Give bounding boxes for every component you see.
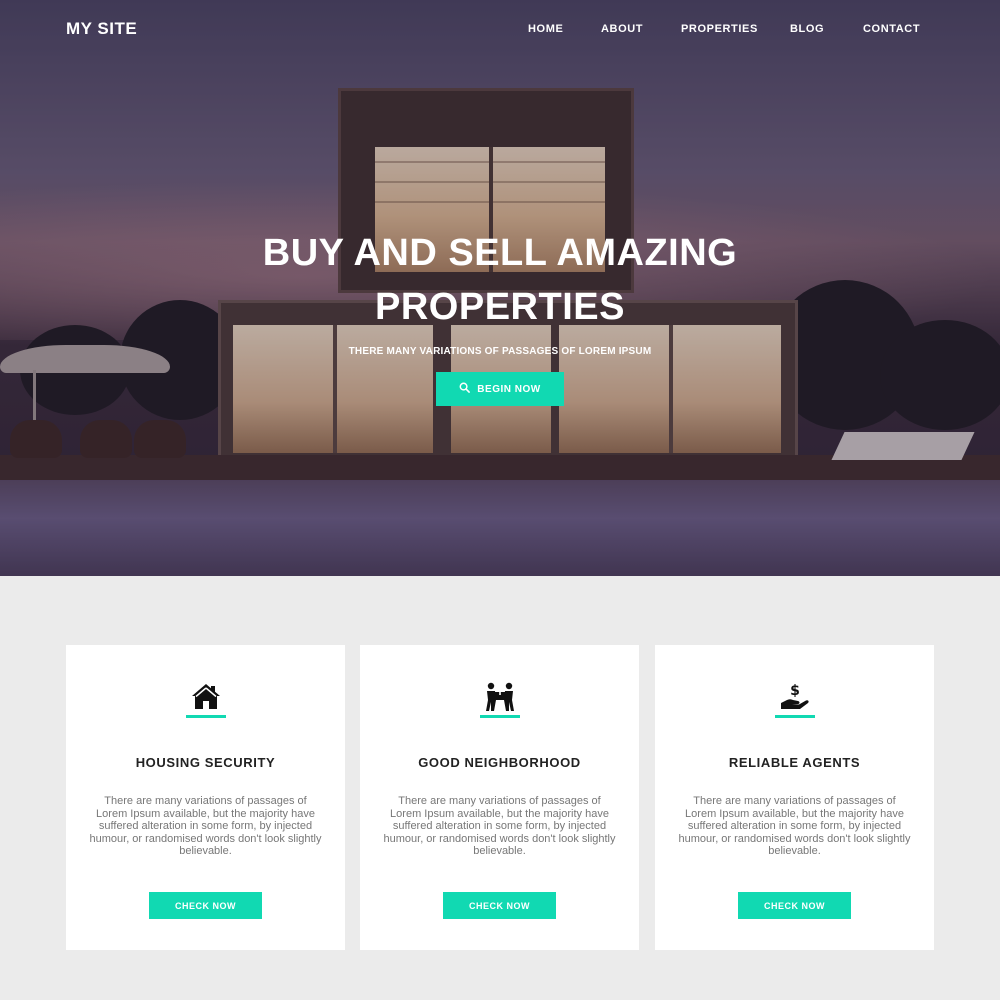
- feature-title: HOUSING SECURITY: [135, 755, 276, 770]
- feature-description: There are many variations of passages of…: [383, 795, 616, 857]
- hand-holding-dollar-icon: $: [779, 681, 811, 713]
- search-icon: [459, 382, 471, 396]
- nav-about-link[interactable]: ABOUT: [601, 23, 643, 35]
- feature-card-reliable-agents: $ RELIABLE AGENTS There are many variati…: [655, 645, 934, 950]
- nav-properties-link[interactable]: PROPERTIES: [681, 23, 758, 35]
- begin-now-label: BEGIN NOW: [477, 383, 541, 395]
- hero-title-line: PROPERTIES: [375, 286, 625, 328]
- feature-card-good-neighborhood: GOOD NEIGHBORHOOD There are many variati…: [360, 645, 639, 950]
- svg-text:$: $: [790, 683, 800, 699]
- feature-title: RELIABLE AGENTS: [728, 755, 861, 770]
- hero-section: MY SITE HOME ABOUT PROPERTIES BLOG CONTA…: [0, 0, 1000, 576]
- feature-description: There are many variations of passages of…: [678, 795, 911, 857]
- hero-title: BUY AND SELL AMAZING PROPERTIES: [200, 226, 800, 334]
- nav-home-link[interactable]: HOME: [528, 23, 563, 35]
- nav-blog-link[interactable]: BLOG: [790, 23, 824, 35]
- hero-subtitle: THERE MANY VARIATIONS OF PASSAGES OF LOR…: [348, 346, 652, 357]
- begin-now-button[interactable]: BEGIN NOW: [436, 372, 564, 406]
- features-section: HOUSING SECURITY There are many variatio…: [0, 576, 1000, 1000]
- hero-title-line: BUY AND SELL AMAZING: [262, 232, 738, 274]
- feature-description: There are many variations of passages of…: [89, 795, 322, 857]
- check-now-button[interactable]: CHECK NOW: [149, 892, 262, 919]
- check-now-button[interactable]: CHECK NOW: [443, 892, 556, 919]
- icon-underline: [775, 715, 815, 718]
- feature-card-housing-security: HOUSING SECURITY There are many variatio…: [66, 645, 345, 950]
- site-logo[interactable]: MY SITE: [66, 19, 137, 39]
- feature-title: GOOD NEIGHBORHOOD: [418, 755, 581, 770]
- icon-underline: [186, 715, 226, 718]
- nav-contact-link[interactable]: CONTACT: [863, 23, 920, 35]
- people-carrying-box-icon: [484, 681, 516, 713]
- icon-underline: [480, 715, 520, 718]
- house-icon: [190, 681, 222, 713]
- top-navigation: MY SITE HOME ABOUT PROPERTIES BLOG CONTA…: [0, 0, 1000, 60]
- check-now-button[interactable]: CHECK NOW: [738, 892, 851, 919]
